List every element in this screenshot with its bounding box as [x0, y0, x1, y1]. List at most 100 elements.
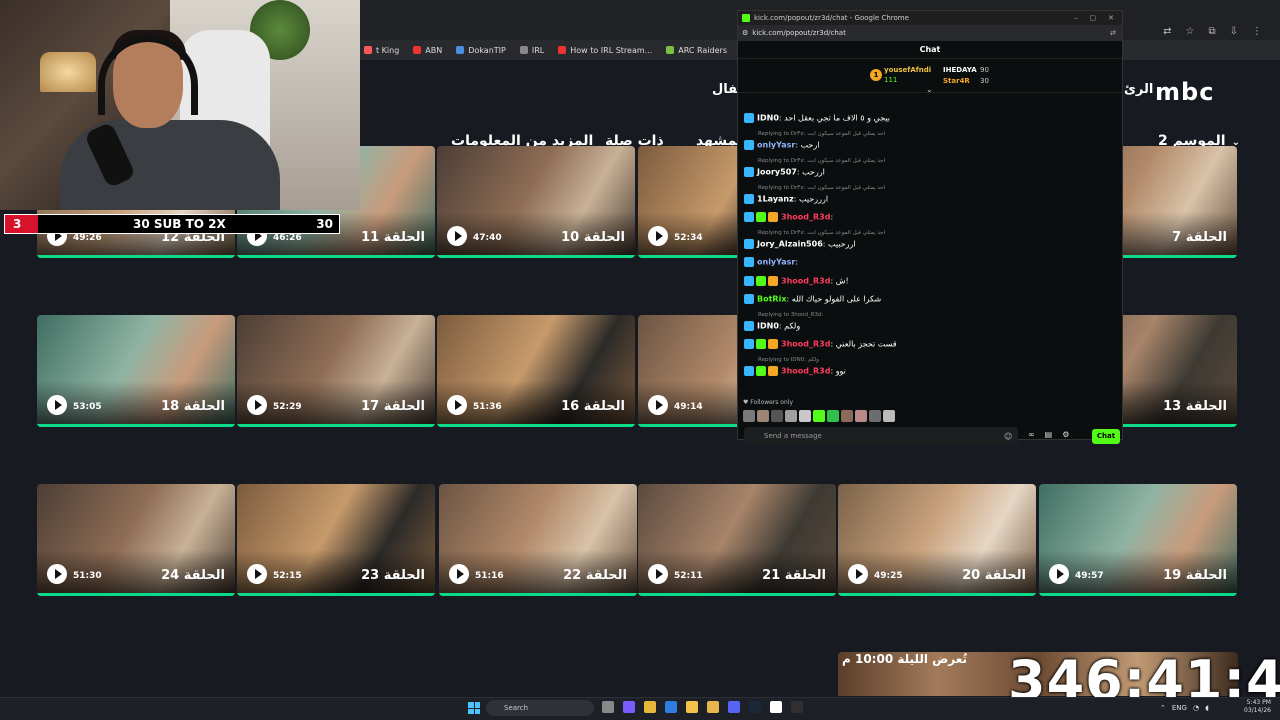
star-icon[interactable]: ☆ [1186, 26, 1195, 37]
chat-message[interactable]: 3hood_R3d: ش! [744, 276, 849, 286]
play-icon[interactable] [449, 564, 469, 584]
emote-icon[interactable] [743, 410, 755, 422]
episode-card[interactable]: 52:15 الحلقة 23 [237, 484, 435, 596]
episode-card[interactable]: 49:25 الحلقة 20 [838, 484, 1036, 596]
chat-message[interactable]: IDN0: ولكم [744, 321, 800, 331]
episode-card[interactable]: 51:36 الحلقة 16 [437, 315, 635, 427]
chat-message-input[interactable]: Send a message [744, 427, 1018, 445]
trash-icon[interactable]: ▤ [1045, 430, 1053, 439]
emote-icon[interactable] [855, 410, 867, 422]
close-icon[interactable]: ✕ [1108, 14, 1114, 22]
emote-icon[interactable] [757, 410, 769, 422]
emote-icon[interactable] [869, 410, 881, 422]
extensions-icon[interactable]: ⧉ [1208, 26, 1215, 37]
maximize-icon[interactable]: ▢ [1090, 14, 1097, 22]
bookmark-item[interactable]: t King [364, 46, 399, 55]
chat-message[interactable]: Jory_Alzain506: اررحبيب [744, 239, 856, 249]
chat-username[interactable]: IDN0 [757, 114, 779, 123]
emote-icon[interactable] [827, 410, 839, 422]
emote-icon[interactable] [799, 410, 811, 422]
chat-username[interactable]: 3hood_R3d [781, 340, 830, 349]
translate-icon[interactable]: ⇄ [1110, 29, 1122, 37]
expand-icon[interactable]: ⌄ [926, 85, 933, 94]
site-settings-icon[interactable]: ⚙ [742, 29, 748, 37]
chat-reply-context[interactable]: Replying to DrFx: احد يمتلي قبل الموعد س… [758, 230, 885, 236]
chat-reply-context[interactable]: Replying to DrFx: احد يمتلي قبل الموعد س… [758, 158, 885, 164]
volume-icon[interactable]: ◖ [1205, 704, 1209, 712]
play-icon[interactable] [47, 395, 67, 415]
smiley-icon[interactable]: ☺ [1004, 432, 1012, 441]
folder-icon[interactable] [686, 701, 698, 713]
steam-icon[interactable] [749, 701, 761, 713]
play-icon[interactable] [47, 564, 67, 584]
minimize-icon[interactable]: – [1074, 14, 1078, 22]
chat-username[interactable]: 3hood_R3d [781, 367, 830, 376]
emote-icon[interactable] [785, 410, 797, 422]
app-icon[interactable] [770, 701, 782, 713]
leaderboard-rank1-name[interactable]: yousefAfndi [884, 66, 931, 74]
bookmark-item[interactable]: IRL [519, 46, 544, 55]
play-icon[interactable] [447, 395, 467, 415]
chat-username[interactable]: BotRix [757, 295, 786, 304]
leaderboard-rank2-name[interactable]: IHEDAYA [943, 66, 977, 74]
chat-username[interactable]: IDN0 [757, 322, 779, 331]
chat-message[interactable]: Joory507: اررحب [744, 167, 825, 177]
leaderboard-rank3-name[interactable]: Star4R [943, 77, 970, 85]
download-icon[interactable]: ⇩ [1230, 26, 1238, 37]
chat-message[interactable]: 3hood_R3d: نوو [744, 366, 846, 376]
chat-username[interactable]: onlyYasr [757, 258, 795, 267]
chat-message[interactable]: 3hood_R3d: قست تحجز بالعني [744, 339, 897, 349]
episode-card[interactable]: 49:57 الحلقة 19 [1039, 484, 1237, 596]
episode-card[interactable]: 51:16 الحلقة 22 [439, 484, 637, 596]
obs-icon[interactable] [791, 701, 803, 713]
emote-icon[interactable] [841, 410, 853, 422]
chrome-icon[interactable] [644, 701, 656, 713]
chat-username[interactable]: 3hood_R3d [781, 277, 830, 286]
windows-start-icon[interactable] [468, 702, 480, 714]
play-icon[interactable] [447, 226, 467, 246]
translate-icon[interactable]: ⇄ [1163, 26, 1171, 37]
chevron-up-icon[interactable]: ⌃ [1160, 704, 1166, 712]
file-explorer-icon[interactable] [602, 701, 614, 713]
chat-username[interactable]: onlyYasr [757, 141, 795, 150]
taskbar-clock[interactable]: 5:43 PM 03/14/26 [1244, 699, 1271, 715]
chat-url[interactable]: kick.com/popout/zr3d/chat [752, 29, 846, 37]
chat-message[interactable]: IDN0: بيجي و ٥ الاف ما تجي بعقل احد [744, 113, 890, 123]
chat-reply-context[interactable]: Replying to 3hood_R3d: [758, 312, 823, 318]
episode-card[interactable]: 47:40 الحلقة 10 [437, 146, 635, 258]
chat-username[interactable]: 3hood_R3d [781, 213, 830, 222]
menu-icon[interactable]: ⋮ [1252, 26, 1262, 37]
bookmark-item[interactable]: ARC Raiders [666, 46, 727, 55]
play-icon[interactable] [848, 564, 868, 584]
wifi-icon[interactable]: ◔ [1193, 704, 1199, 712]
chat-message[interactable]: BotRix: شكرا على الفولو حياك الله [744, 294, 881, 304]
episode-card[interactable]: 53:05 الحلقة 18 [37, 315, 235, 427]
play-icon[interactable] [648, 564, 668, 584]
infinity-icon[interactable]: ∞ [1028, 430, 1035, 439]
bookmark-item[interactable]: ABN [413, 46, 442, 55]
nav-item-home[interactable]: الرئ [1124, 82, 1153, 97]
chat-send-button[interactable]: Chat [1092, 429, 1120, 444]
emote-icon[interactable] [771, 410, 783, 422]
play-icon[interactable] [1049, 564, 1069, 584]
discord-icon[interactable] [728, 701, 740, 713]
chat-reply-context[interactable]: Replying to IDN0: ولكم [758, 357, 819, 363]
play-icon[interactable] [247, 564, 267, 584]
mail-icon[interactable] [665, 701, 677, 713]
copilot-icon[interactable] [623, 701, 635, 713]
chat-message[interactable]: 3hood_R3d: [744, 212, 833, 222]
language-indicator[interactable]: ENG [1172, 704, 1187, 712]
bookmark-item[interactable]: DokanTIP [456, 46, 506, 55]
chat-message[interactable]: 1Layanz: ارررحيب [744, 194, 828, 204]
play-icon[interactable] [648, 395, 668, 415]
episode-card[interactable]: 51:30 الحلقة 24 [37, 484, 235, 596]
play-icon[interactable] [247, 395, 267, 415]
taskbar-search[interactable]: Search [486, 700, 594, 716]
emote-icon[interactable] [813, 410, 825, 422]
chat-username[interactable]: Jory_Alzain506 [757, 240, 823, 249]
gear-icon[interactable]: ⚙ [1062, 430, 1069, 439]
emote-icon[interactable] [883, 410, 895, 422]
chat-username[interactable]: 1Layanz [757, 195, 794, 204]
chat-reply-context[interactable]: Replying to DrFx: احد يمتلي قبل الموعد س… [758, 185, 885, 191]
mbc-logo[interactable]: mbc [1155, 78, 1214, 106]
